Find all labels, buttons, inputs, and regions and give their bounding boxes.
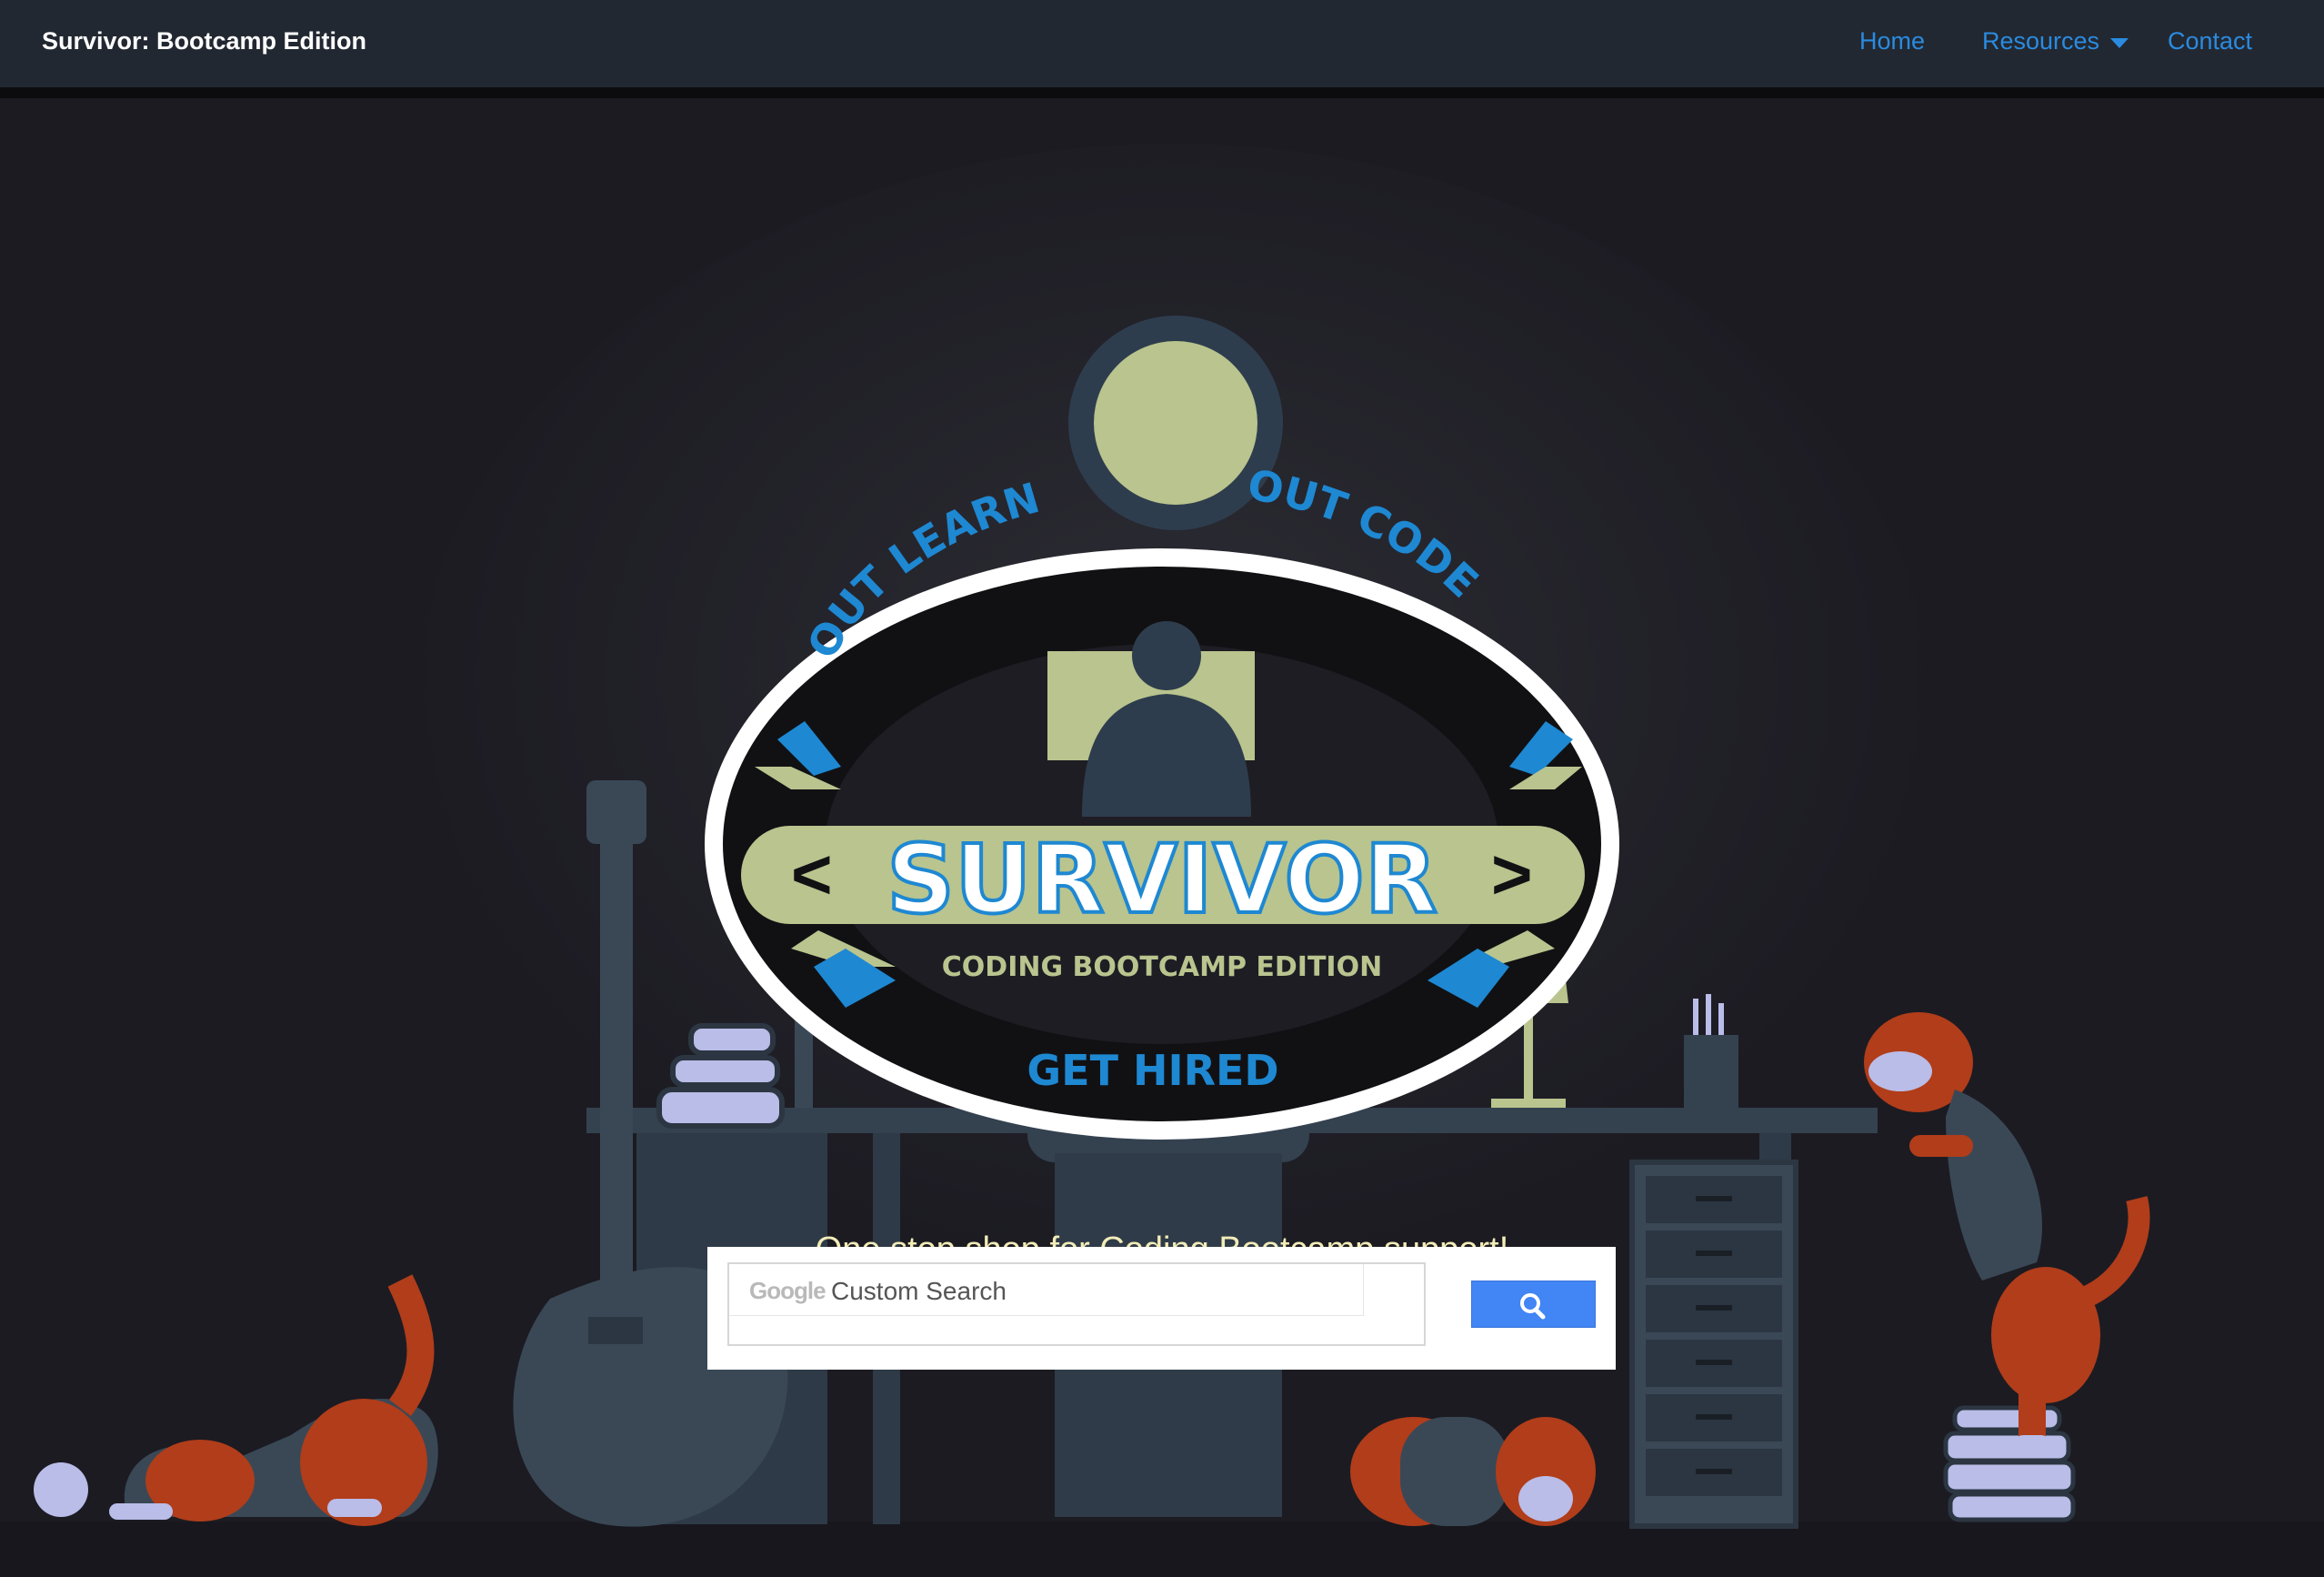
search-button[interactable] <box>1471 1281 1596 1328</box>
logo-arc-bottom: GET HIRED <box>1027 1046 1278 1095</box>
nav-contact-link[interactable]: Contact <box>2168 27 2252 55</box>
brand-title[interactable]: Survivor: Bootcamp Edition <box>42 27 366 55</box>
svg-text:<: < <box>791 834 833 914</box>
logo-subtitle: CODING BOOTCAMP EDITION <box>942 951 1382 983</box>
nav-home-link[interactable]: Home <box>1859 27 1925 55</box>
nav-resources-link[interactable]: Resources <box>1982 27 2099 55</box>
svg-text:>: > <box>1491 834 1533 914</box>
search-icon <box>1520 1293 1546 1320</box>
chevron-down-icon[interactable] <box>2110 38 2129 48</box>
search-field-inner[interactable]: Google Custom Search <box>729 1264 1364 1316</box>
search-input[interactable]: Google Custom Search <box>727 1262 1426 1346</box>
search-placeholder[interactable]: Custom Search <box>831 1277 1007 1306</box>
search-panel: Google Custom Search <box>707 1247 1616 1370</box>
top-navbar: Survivor: Bootcamp Edition Home Resource… <box>0 0 2324 98</box>
logo-title: SURVIVOR <box>887 824 1437 935</box>
google-logo: Google <box>749 1277 826 1304</box>
